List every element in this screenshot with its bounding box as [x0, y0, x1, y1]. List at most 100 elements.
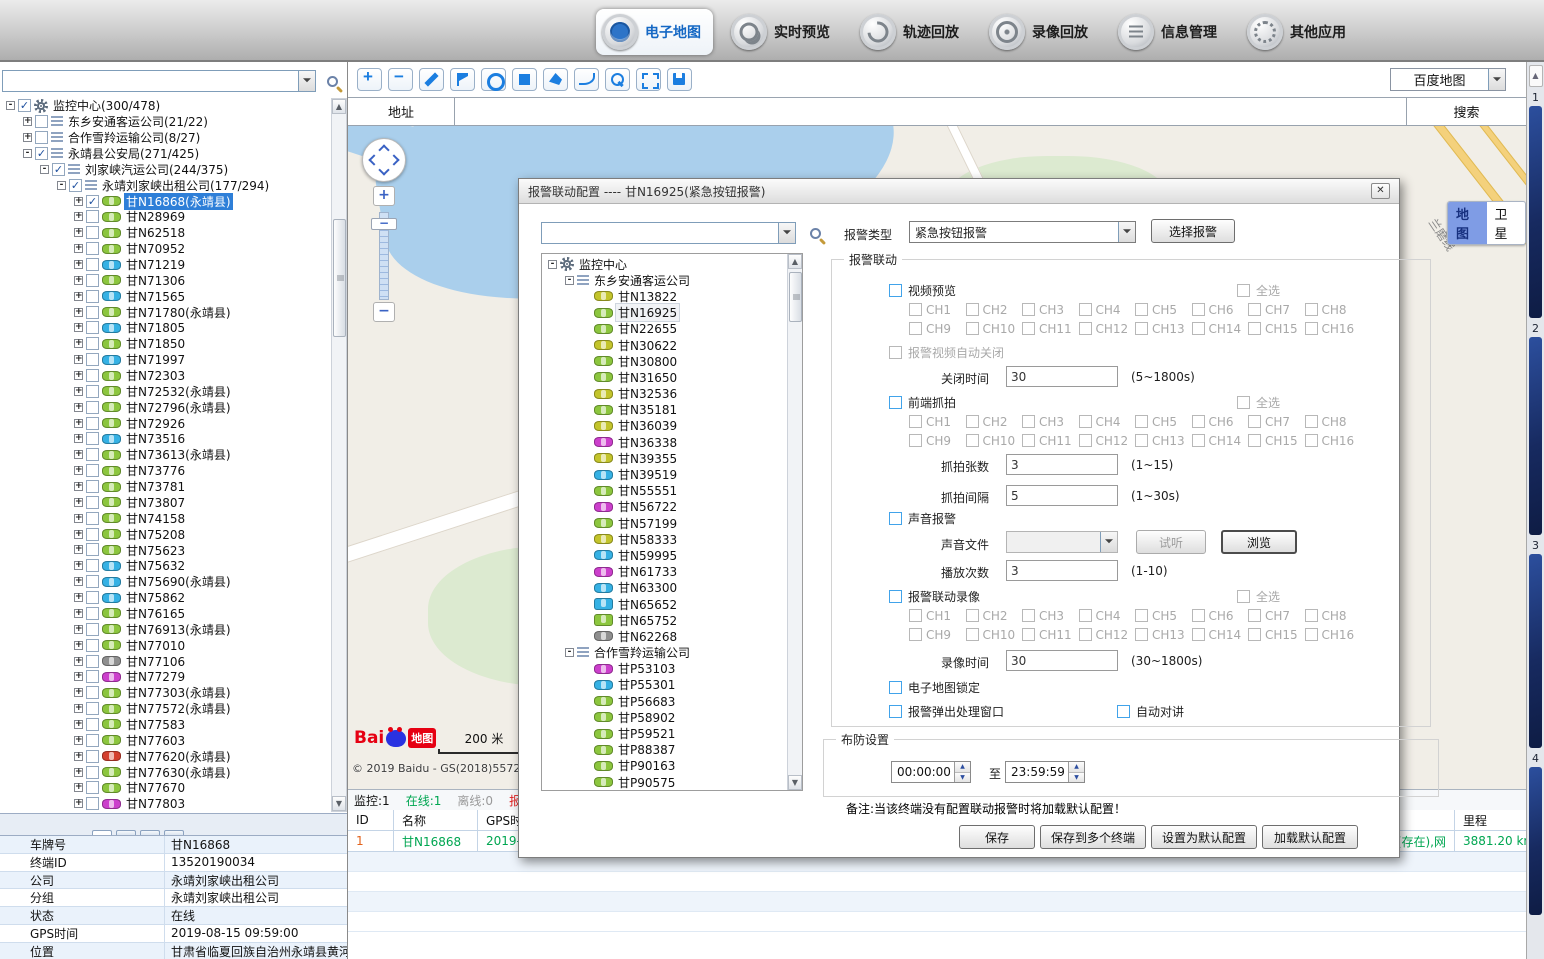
channel-checkbox[interactable]: [1248, 303, 1261, 316]
tree-row[interactable]: + 甘N72303: [2, 368, 330, 384]
checkbox[interactable]: [86, 306, 99, 319]
layer-satellite-button[interactable]: 卫星: [1487, 202, 1526, 244]
checkbox[interactable]: [86, 290, 99, 303]
map-provider-combo[interactable]: 百度地图: [1390, 68, 1506, 91]
checkbox[interactable]: [86, 385, 99, 398]
channel-checkbox[interactable]: [1192, 415, 1205, 428]
expand-icon[interactable]: [582, 616, 591, 625]
tree-label[interactable]: 甘N75632: [124, 557, 187, 574]
checkbox[interactable]: [86, 337, 99, 350]
linked-record-checkbox[interactable]: [889, 590, 902, 603]
tree-label[interactable]: 甘N71780(永靖县): [124, 304, 233, 321]
map-tool-save[interactable]: [667, 68, 692, 91]
tree-row[interactable]: + 甘N73781: [2, 479, 330, 495]
tree-row[interactable]: 甘P58902: [544, 709, 786, 725]
checkbox[interactable]: [86, 480, 99, 493]
channel-checkbox[interactable]: [1305, 322, 1318, 335]
tree-label[interactable]: 甘N71565: [124, 288, 187, 305]
tree-row[interactable]: 甘P90163: [544, 758, 786, 774]
tree-label[interactable]: 甘P59521: [616, 725, 677, 742]
channel-checkbox[interactable]: [1135, 303, 1148, 316]
expand-icon[interactable]: +: [74, 339, 83, 348]
tree-row[interactable]: + 甘N76913(永靖县): [2, 621, 330, 637]
defense-end-spinner[interactable]: 23:59:59 ▲▼: [1005, 761, 1085, 783]
tree-row[interactable]: + 甘N77106: [2, 653, 330, 669]
checkbox[interactable]: [86, 797, 99, 810]
tree-label[interactable]: 甘N22655: [616, 320, 679, 337]
tree-row[interactable]: + 甘N73516: [2, 431, 330, 447]
checkbox[interactable]: [86, 750, 99, 763]
tree-label[interactable]: 甘P90163: [616, 757, 677, 774]
tree-label[interactable]: 甘N73516: [124, 430, 187, 447]
map-tool-circle[interactable]: [481, 68, 506, 91]
checkbox[interactable]: [86, 369, 99, 382]
video-pane[interactable]: 3: [1527, 539, 1544, 748]
tree-row[interactable]: 甘N65752: [544, 612, 786, 628]
map-tool-zoom-in[interactable]: [357, 68, 382, 91]
tree-row[interactable]: + 甘N75690(永靖县): [2, 574, 330, 590]
channel-checkbox-item[interactable]: CH14: [1192, 625, 1249, 644]
channel-checkbox[interactable]: [1248, 628, 1261, 641]
channel-checkbox-item[interactable]: CH6: [1192, 606, 1249, 625]
tree-row[interactable]: 甘P88387: [544, 742, 786, 758]
expand-icon[interactable]: +: [74, 260, 83, 269]
map-zoom-handle[interactable]: −: [371, 218, 397, 230]
tree-row[interactable]: + 甘N74158: [2, 510, 330, 526]
channel-checkbox-item[interactable]: CH10: [966, 431, 1023, 450]
tree-row[interactable]: + 甘N72926: [2, 415, 330, 431]
tree-row[interactable]: + 甘N75208: [2, 526, 330, 542]
tree-label[interactable]: 甘N55551: [616, 482, 679, 499]
tree-label[interactable]: 甘N77106: [124, 653, 187, 670]
tree-label[interactable]: 甘N16925: [616, 304, 679, 321]
expand-icon[interactable]: +: [74, 720, 83, 729]
channel-checkbox-item[interactable]: CH13: [1135, 431, 1192, 450]
tree-label[interactable]: 甘N16868(永靖县): [124, 193, 233, 210]
tree-row[interactable]: 甘P90575: [544, 774, 786, 790]
expand-icon[interactable]: [582, 761, 591, 770]
tree-label[interactable]: 甘N77803: [124, 795, 187, 812]
tree-label[interactable]: 甘N32536: [616, 385, 679, 402]
map-lock-checkbox[interactable]: [889, 681, 902, 694]
tree-label[interactable]: 甘N72532(永靖县): [124, 383, 233, 400]
checkbox[interactable]: [86, 670, 99, 683]
checkbox[interactable]: [86, 702, 99, 715]
layer-map-button[interactable]: 地图: [1448, 202, 1487, 244]
expand-icon[interactable]: +: [74, 308, 83, 317]
checkbox[interactable]: [86, 242, 99, 255]
expand-icon[interactable]: [582, 697, 591, 706]
tree-label[interactable]: 甘N65752: [616, 612, 679, 629]
tree-row[interactable]: 甘N39519: [544, 466, 786, 482]
tree-row[interactable]: 甘N30622: [544, 337, 786, 353]
tree-label[interactable]: 甘P88387: [616, 741, 677, 758]
expand-icon[interactable]: +: [74, 387, 83, 396]
channel-checkbox-item[interactable]: CH4: [1079, 300, 1136, 319]
collapse-panel-icon[interactable]: ▲: [1529, 65, 1543, 87]
expand-icon[interactable]: +: [74, 482, 83, 491]
channel-checkbox-item[interactable]: CH7: [1248, 606, 1305, 625]
channel-checkbox[interactable]: [1192, 322, 1205, 335]
scroll-thumb[interactable]: [789, 272, 802, 322]
checkbox[interactable]: [86, 258, 99, 271]
map-tool-zoom-out[interactable]: [388, 68, 413, 91]
channel-checkbox[interactable]: [1248, 322, 1261, 335]
tree-label[interactable]: 甘N59995: [616, 547, 679, 564]
expand-icon[interactable]: [582, 454, 591, 463]
channel-checkbox-item[interactable]: CH5: [1135, 412, 1192, 431]
nav-playback[interactable]: 录像回放: [983, 9, 1100, 55]
scroll-thumb[interactable]: [333, 219, 346, 337]
tree-label[interactable]: 甘N71219: [124, 256, 187, 273]
listen-button[interactable]: 试听: [1136, 530, 1206, 554]
video-pane[interactable]: 4: [1527, 752, 1544, 915]
checkbox[interactable]: [18, 99, 31, 112]
channel-checkbox-item[interactable]: CH4: [1079, 412, 1136, 431]
tree-label[interactable]: 甘N71805: [124, 319, 187, 336]
tree-row[interactable]: - 永靖县公安局(271/425): [2, 146, 330, 162]
spin-down-icon[interactable]: ▼: [955, 773, 970, 783]
channel-checkbox-item[interactable]: CH5: [1135, 606, 1192, 625]
video-pane[interactable]: 2: [1527, 322, 1544, 535]
channel-checkbox[interactable]: [1022, 609, 1035, 622]
tree-label[interactable]: 甘N77572(永靖县): [124, 700, 233, 717]
channel-checkbox-item[interactable]: CH4: [1079, 606, 1136, 625]
channel-checkbox[interactable]: [1248, 434, 1261, 447]
expand-icon[interactable]: +: [74, 657, 83, 666]
